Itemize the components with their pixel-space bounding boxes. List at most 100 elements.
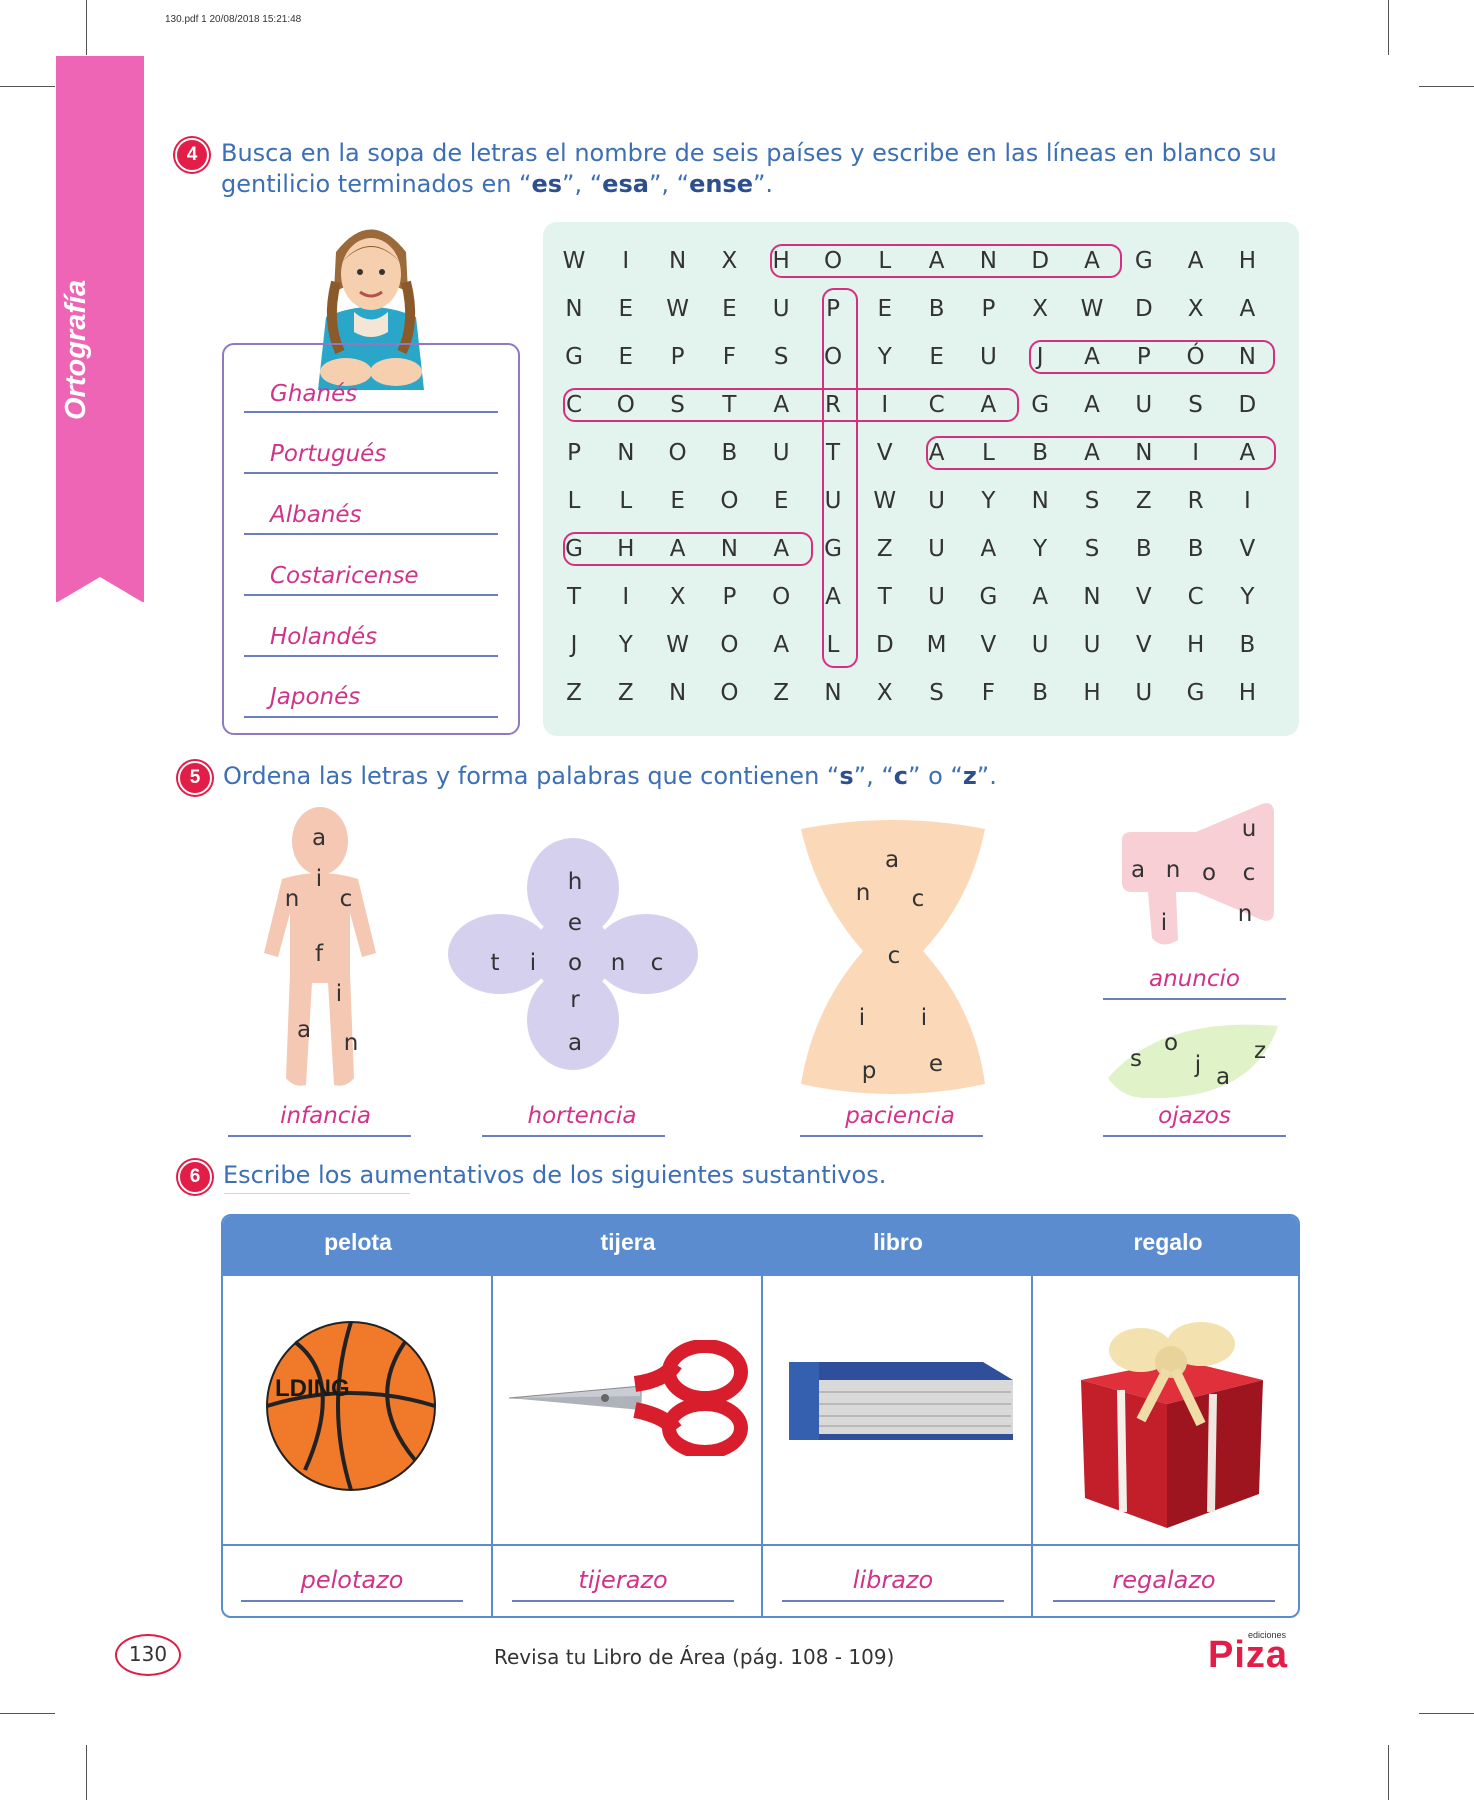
answer-ghanes: Ghanés [270,381,358,407]
grid-letter: L [567,488,581,514]
grid-letter: U [928,488,946,514]
grid-letter: B [1187,536,1204,562]
footer-reference: Revisa tu Libro de Área (pág. 108 - 109) [494,1645,895,1669]
publisher-logo: Piza [1208,1634,1289,1676]
scrambled-letter: i [920,1005,928,1031]
instr-text: gentilicio terminados en “ [221,170,532,198]
grid-letter: R [1187,488,1204,514]
table-header-pelota: pelota [223,1216,493,1276]
grid-letter: E [670,488,685,514]
grid-letter: D [1238,392,1257,418]
grid-letter: H [1238,680,1257,706]
grid-letter: H [1238,248,1257,274]
answer-japones: Japonés [270,684,361,710]
scrambled-letter: n [1165,857,1181,883]
grid-letter: V [876,440,893,466]
instr-bold-z: z [962,762,977,790]
instr-bold-c: c [893,762,909,790]
exercise-5-instruction: Ordena las letras y forma palabras que c… [223,761,1123,792]
grid-letter: S [1188,392,1203,418]
grid-letter: A [1084,392,1100,418]
grid-letter: U [1135,680,1153,706]
exercise-number-4: 4 [175,138,209,172]
grid-letter: Z [773,680,790,706]
grid-letter: B [1135,536,1152,562]
grid-letter: E [929,344,944,370]
grid-letter: G [565,344,583,370]
instr-bold-esa: esa [602,170,649,198]
column-divider [491,1216,493,1616]
grid-letter: G [1134,248,1153,274]
circled-word-portugal [822,288,858,668]
scrambled-letter: f [314,941,324,967]
grid-letter: V [1135,632,1152,658]
answer-albanes: Albanés [270,502,362,528]
grid-letter: U [772,296,790,322]
instr-text: ”, “ [648,170,690,198]
grid-letter: N [1031,488,1049,514]
instr-bold-ense: ense [689,170,753,198]
scrambled-letter: r [570,987,580,1013]
instr-bold-es: es [531,170,563,198]
grid-letter: E [618,344,634,370]
grid-letter: X [1032,296,1049,322]
scrambled-letter: a [884,847,900,873]
crop-mark [1388,1745,1389,1800]
grid-letter: N [668,680,687,706]
instr-text: ”, “ [562,170,603,198]
scrambled-letter: n [284,886,300,912]
grid-letter: P [722,584,737,610]
section-label: Ortografía [60,279,92,420]
grid-letter: V [980,632,997,658]
table-header-regalo: regalo [1033,1216,1298,1276]
scrambled-letter: a [296,1017,312,1043]
grid-letter: U [1083,632,1101,658]
answer-infancia: infancia [280,1103,371,1129]
side-tab-notch [56,577,144,603]
grid-letter: W [666,632,689,658]
grid-letter: X [669,584,686,610]
grid-letter: E [618,296,634,322]
gift-image [1081,1322,1263,1528]
scrambled-letter: n [1237,901,1253,927]
crop-mark [1419,86,1474,87]
scrambled-letter: c [650,950,664,976]
crop-mark [1388,0,1389,55]
grid-letter: N [565,296,583,322]
column-divider [761,1216,763,1616]
grid-letter: U [979,344,997,370]
answer-line [244,411,498,413]
answer-ojazos: ojazos [1158,1103,1231,1129]
scrambled-letter: o [1201,860,1217,886]
grid-letter: U [928,536,946,562]
scrambled-letter: i [858,1005,866,1031]
grid-letter: N [824,680,842,706]
grid-letter: D [875,632,894,658]
answer-line [241,1600,463,1602]
circled-word-albania [926,436,1276,470]
basketball-image: LDING [266,1321,436,1491]
row-divider [223,1544,1298,1546]
circled-word-japon [1029,340,1275,374]
scrambled-letter: n [343,1030,359,1056]
grid-letter: S [773,344,789,370]
grid-letter: D [1134,296,1153,322]
scrambled-letter: o [567,950,583,976]
grid-letter: Z [876,536,893,562]
instr-text: Ordena las letras y forma palabras que c… [223,762,840,790]
scrambled-letter: i [1160,910,1168,936]
grid-letter: N [617,440,635,466]
ball-brand-text: LDING [275,1375,350,1402]
scrambled-letter: o [1163,1030,1179,1056]
grid-letter: F [981,680,995,706]
answer-librazo: librazo [852,1566,934,1594]
scrambled-letter: u [1241,816,1257,842]
instr-text: ”. [976,762,997,790]
exercise-number-5: 5 [178,761,212,795]
scrambled-letter: c [887,943,901,969]
scrambled-letter: p [861,1058,877,1084]
crop-mark [1419,1713,1474,1714]
table-header-tijera: tijera [493,1216,763,1276]
crop-mark [86,1745,87,1800]
augmentatives-table: pelota tijera libro regalo LDING pelotaz… [221,1214,1300,1618]
